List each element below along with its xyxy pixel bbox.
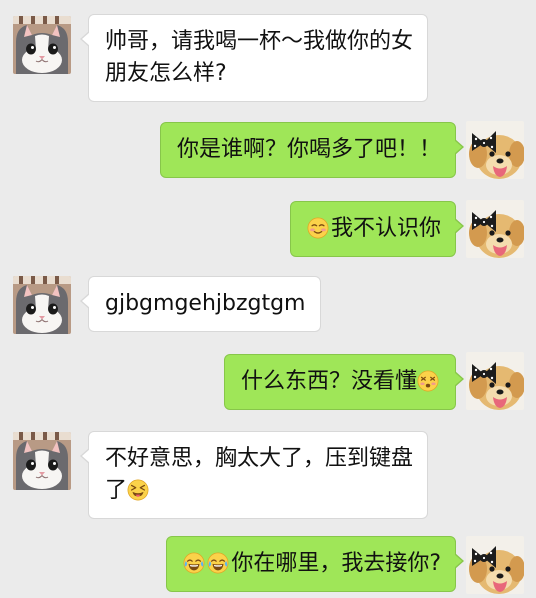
message-bubble[interactable]: 你是谁啊？你喝多了吧！！ (159, 122, 465, 178)
message-bubble[interactable]: 什么东西？没看懂 (223, 354, 465, 410)
message-text: 我不认识你 (330, 216, 441, 241)
message-text: 了 (105, 478, 128, 503)
dog-with-bow-avatar[interactable] (466, 121, 524, 179)
message-text: 帅哥，请我喝一杯～我做你的女 (105, 29, 414, 54)
message-text: 朋友怎么样? (105, 61, 227, 86)
cat-avatar[interactable] (13, 276, 71, 334)
blushing-smile-emoji (307, 217, 329, 239)
message-text: gjbgmgehjbzgtgm (105, 291, 306, 316)
message-text: 什么东西？没看懂 (240, 369, 417, 394)
message-bubble[interactable]: 我不认识你 (289, 201, 465, 257)
cat-avatar[interactable] (13, 432, 71, 490)
chat-area: 帅哥，请我喝一杯～我做你的女 朋友怎么样? 你是谁啊？你喝多了吧！！ 我不认识你… (0, 0, 536, 598)
message-bubble[interactable]: gjbgmgehjbzgtgm (80, 276, 321, 332)
tears-of-joy-emoji (183, 552, 205, 574)
dog-with-bow-avatar[interactable] (466, 352, 524, 410)
message-text: 你是谁啊？你喝多了吧！！ (176, 137, 441, 162)
cat-avatar[interactable] (13, 16, 71, 74)
tongue-out-wink-emoji (127, 479, 149, 501)
message-bubble[interactable]: 不好意思，胸太大了，压到键盘 了 (79, 431, 429, 519)
dog-with-bow-avatar[interactable] (466, 200, 524, 258)
dog-with-bow-avatar[interactable] (466, 536, 524, 594)
message-bubble[interactable]: 你在哪里，我去接你? (166, 536, 464, 592)
message-bubble[interactable]: 帅哥，请我喝一杯～我做你的女 朋友怎么样? (79, 14, 429, 102)
message-text: 你在哪里，我去接你? (231, 551, 441, 576)
message-text: 不好意思，胸太大了，压到键盘 (105, 446, 414, 471)
dizzy-face-emoji (417, 370, 439, 392)
tears-of-joy-emoji (207, 552, 229, 574)
